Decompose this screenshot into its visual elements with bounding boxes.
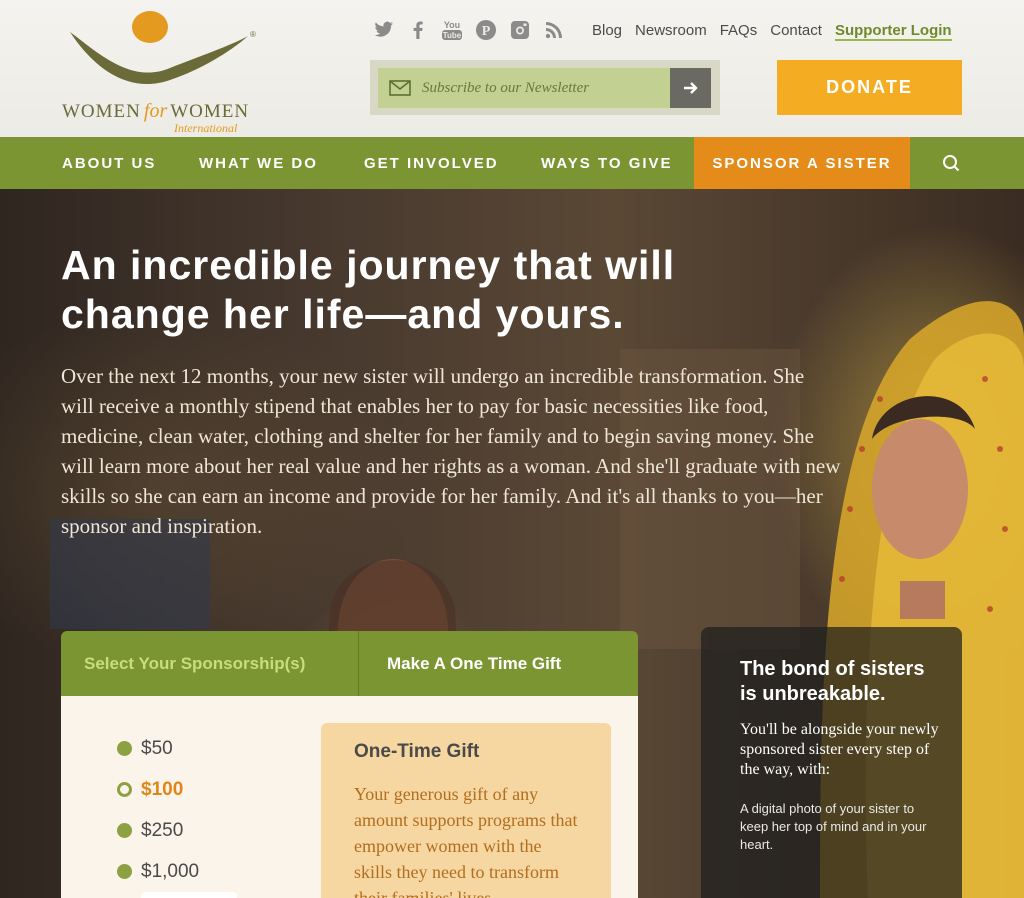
nav-get-involved[interactable]: GET INVOLVED [364,137,499,189]
sponsorship-panel-body: $50 $100 $250 $1,000 One-Time Gift Your … [61,696,638,898]
newsroom-link[interactable]: Newsroom [635,22,707,41]
radio-dot [117,741,132,756]
faqs-link[interactable]: FAQs [720,22,758,41]
logo-word-women-right: WOMEN [170,101,250,122]
main-nav: ABOUT US WHAT WE DO GET INVOLVED WAYS TO… [0,137,1024,189]
logo-word-for: for [143,100,168,122]
nav-ways-to-give[interactable]: WAYS TO GIVE [541,137,673,189]
supporter-login-link[interactable]: Supporter Login [834,22,952,41]
newsletter-email-field[interactable]: Subscribe to our Newsletter [378,68,670,108]
svg-text:You: You [444,20,460,30]
social-links: You Tube P [372,18,566,42]
gift-card-description: Your generous gift of any amount support… [354,784,578,898]
tab-divider [358,631,359,696]
hero-description: Over the next 12 months, your new sister… [61,364,841,538]
svg-text:P: P [482,24,491,39]
sponsorship-tabs: Select Your Sponsorship(s) Make A One Ti… [61,631,638,696]
twitter-icon[interactable] [372,18,396,42]
newsletter-signup: Subscribe to our Newsletter [370,60,720,115]
instagram-icon[interactable] [508,18,532,42]
youtube-icon[interactable]: You Tube [440,18,464,42]
sisterhood-info-card: The bond of sisters is unbreakable. You'… [701,627,962,898]
logo-word-international: International [174,121,238,135]
amount-option[interactable]: $50 [117,728,199,769]
donate-button[interactable]: DONATE [777,60,962,115]
logo-word-women-left: WOMEN [62,101,141,122]
rss-icon[interactable] [542,18,566,42]
nav-about-us[interactable]: ABOUT US [62,137,156,189]
radio-dot-selected [117,782,132,797]
gift-card-title: One-Time Gift [354,741,480,762]
arrow-right-icon [683,82,698,94]
registered-mark: ® [250,30,256,39]
nav-what-we-do[interactable]: WHAT WE DO [199,137,318,189]
amount-option-selected[interactable]: $100 [117,769,199,810]
facebook-icon[interactable] [406,18,430,42]
amount-label: $1,000 [141,860,200,882]
radio-dot [117,823,132,838]
bond-card-benefit: A digital photo of your sister to keep h… [740,801,927,852]
hero-heading-line-2: change her life—and yours. [61,291,625,337]
custom-amount-input[interactable] [141,892,237,898]
hero-section: An incredible journey that will change h… [0,189,1024,898]
radio-dot [117,864,132,879]
search-icon[interactable] [938,151,962,175]
contact-link[interactable]: Contact [770,22,822,41]
pinterest-icon[interactable]: P [474,18,498,42]
one-time-gift-card: One-Time Gift Your generous gift of any … [321,723,611,898]
logo-emblem [70,11,248,85]
sponsorship-panel: Select Your Sponsorship(s) Make A One Ti… [61,631,638,898]
tab-one-time-gift[interactable]: Make A One Time Gift [387,631,561,696]
amount-option[interactable]: $1,000 [117,851,199,892]
envelope-icon [378,80,422,96]
hero-heading-line-1: An incredible journey that will [61,242,676,288]
hero-heading: An incredible journey that will change h… [61,241,821,339]
bond-card-title: The bond of sisters is unbreakable. [740,658,925,705]
newsletter-placeholder: Subscribe to our Newsletter [422,79,590,96]
nav-sponsor-a-sister[interactable]: SPONSOR A SISTER [694,137,910,189]
site-header: ® WOMEN for WOMEN International You Tube P … [0,0,1024,137]
amount-label: $50 [141,737,173,759]
newsletter-submit-button[interactable] [670,68,711,108]
utility-links: Blog Newsroom FAQs Contact Supporter Log… [592,22,952,41]
amount-label: $100 [141,778,184,800]
amount-options: $50 $100 $250 $1,000 [117,728,199,892]
bond-card-text: You'll be alongside your newly sponsored… [740,721,939,778]
amount-label: $250 [141,819,184,841]
blog-link[interactable]: Blog [592,22,622,41]
tab-select-sponsorship[interactable]: Select Your Sponsorship(s) [84,631,305,696]
logo-wordmark: WOMEN for WOMEN [62,100,249,123]
site-logo[interactable]: ® WOMEN for WOMEN International [60,10,260,135]
svg-text:Tube: Tube [443,31,462,40]
amount-option[interactable]: $250 [117,810,199,851]
